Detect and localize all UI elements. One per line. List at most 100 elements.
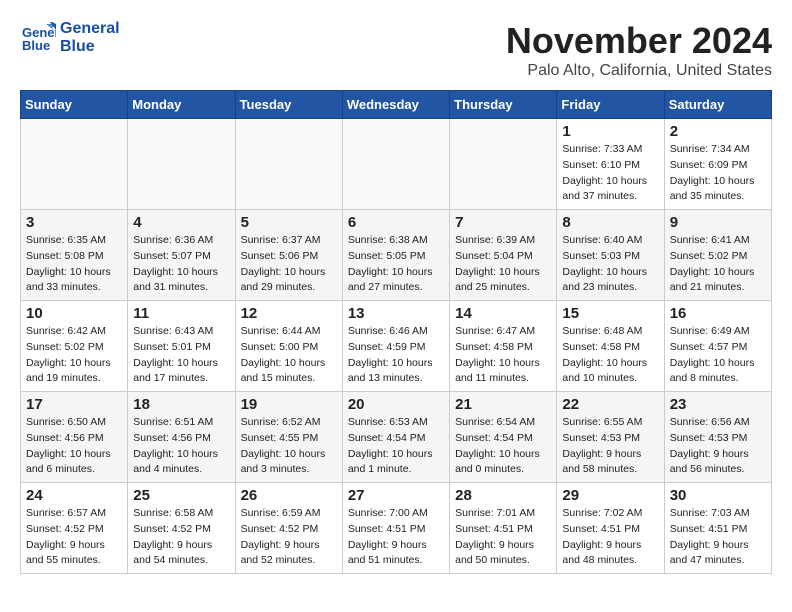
day-info: Sunrise: 6:44 AM Sunset: 5:00 PM Dayligh… (241, 324, 337, 387)
calendar-cell (342, 119, 449, 210)
day-number: 21 (455, 396, 551, 413)
calendar-cell: 4 Sunrise: 6:36 AM Sunset: 5:07 PM Daylig… (128, 210, 235, 301)
logo-blue: Blue (60, 38, 120, 56)
calendar-cell: 8 Sunrise: 6:40 AM Sunset: 5:03 PM Daylig… (557, 210, 664, 301)
day-info: Sunrise: 6:47 AM Sunset: 4:58 PM Dayligh… (455, 324, 551, 387)
weekday-header: Tuesday (235, 91, 342, 119)
logo-general: General (60, 20, 120, 38)
day-info: Sunrise: 6:50 AM Sunset: 4:56 PM Dayligh… (26, 415, 122, 478)
calendar-cell: 5 Sunrise: 6:37 AM Sunset: 5:06 PM Daylig… (235, 210, 342, 301)
location: Palo Alto, California, United States (506, 62, 772, 80)
calendar-cell: 13 Sunrise: 6:46 AM Sunset: 4:59 PM Dayli… (342, 301, 449, 392)
day-number: 10 (26, 305, 122, 322)
weekday-header: Sunday (21, 91, 128, 119)
weekday-header: Saturday (664, 91, 771, 119)
day-number: 30 (670, 487, 766, 504)
day-number: 11 (133, 305, 229, 322)
calendar-cell: 28 Sunrise: 7:01 AM Sunset: 4:51 PM Dayli… (450, 483, 557, 574)
day-number: 4 (133, 214, 229, 231)
day-number: 5 (241, 214, 337, 231)
day-info: Sunrise: 6:57 AM Sunset: 4:52 PM Dayligh… (26, 506, 122, 569)
day-info: Sunrise: 6:39 AM Sunset: 5:04 PM Dayligh… (455, 233, 551, 296)
calendar-cell: 7 Sunrise: 6:39 AM Sunset: 5:04 PM Daylig… (450, 210, 557, 301)
day-info: Sunrise: 6:43 AM Sunset: 5:01 PM Dayligh… (133, 324, 229, 387)
day-info: Sunrise: 7:03 AM Sunset: 4:51 PM Dayligh… (670, 506, 766, 569)
day-number: 14 (455, 305, 551, 322)
calendar-cell (450, 119, 557, 210)
title-area: November 2024 Palo Alto, California, Uni… (506, 20, 772, 80)
day-info: Sunrise: 7:33 AM Sunset: 6:10 PM Dayligh… (562, 142, 658, 205)
day-info: Sunrise: 6:52 AM Sunset: 4:55 PM Dayligh… (241, 415, 337, 478)
calendar-cell: 15 Sunrise: 6:48 AM Sunset: 4:58 PM Dayli… (557, 301, 664, 392)
day-info: Sunrise: 6:48 AM Sunset: 4:58 PM Dayligh… (562, 324, 658, 387)
calendar-cell: 1 Sunrise: 7:33 AM Sunset: 6:10 PM Daylig… (557, 119, 664, 210)
day-info: Sunrise: 6:59 AM Sunset: 4:52 PM Dayligh… (241, 506, 337, 569)
calendar-cell: 19 Sunrise: 6:52 AM Sunset: 4:55 PM Dayli… (235, 392, 342, 483)
calendar-cell: 16Sunrise: 6:49 AM Sunset: 4:57 PM Dayli… (664, 301, 771, 392)
calendar-cell: 2Sunrise: 7:34 AM Sunset: 6:09 PM Daylig… (664, 119, 771, 210)
day-info: Sunrise: 6:55 AM Sunset: 4:53 PM Dayligh… (562, 415, 658, 478)
calendar-week-row: 17 Sunrise: 6:50 AM Sunset: 4:56 PM Dayli… (21, 392, 772, 483)
day-number: 7 (455, 214, 551, 231)
day-number: 29 (562, 487, 658, 504)
page-header: General Blue General Blue November 2024 … (20, 20, 772, 80)
day-info: Sunrise: 6:56 AM Sunset: 4:53 PM Dayligh… (670, 415, 766, 478)
calendar-cell: 23 Sunrise: 6:56 AM Sunset: 4:53 PM Dayli… (664, 392, 771, 483)
day-info: Sunrise: 6:36 AM Sunset: 5:07 PM Dayligh… (133, 233, 229, 296)
calendar-cell: 14 Sunrise: 6:47 AM Sunset: 4:58 PM Dayli… (450, 301, 557, 392)
calendar-cell: 18 Sunrise: 6:51 AM Sunset: 4:56 PM Dayli… (128, 392, 235, 483)
calendar-cell: 24 Sunrise: 6:57 AM Sunset: 4:52 PM Dayli… (21, 483, 128, 574)
calendar-cell: 9 Sunrise: 6:41 AM Sunset: 5:02 PM Daylig… (664, 210, 771, 301)
calendar-cell: 26 Sunrise: 6:59 AM Sunset: 4:52 PM Dayli… (235, 483, 342, 574)
day-info: Sunrise: 6:41 AM Sunset: 5:02 PM Dayligh… (670, 233, 766, 296)
day-info: Sunrise: 6:46 AM Sunset: 4:59 PM Dayligh… (348, 324, 444, 387)
day-info: Sunrise: 6:54 AM Sunset: 4:54 PM Dayligh… (455, 415, 551, 478)
day-number: 19 (241, 396, 337, 413)
calendar-cell: 29Sunrise: 7:02 AM Sunset: 4:51 PM Dayli… (557, 483, 664, 574)
day-number: 13 (348, 305, 444, 322)
day-number: 17 (26, 396, 122, 413)
day-number: 1 (562, 123, 658, 140)
day-number: 22 (562, 396, 658, 413)
day-info: Sunrise: 6:35 AM Sunset: 5:08 PM Dayligh… (26, 233, 122, 296)
calendar-week-row: 10 Sunrise: 6:42 AM Sunset: 5:02 PM Dayli… (21, 301, 772, 392)
calendar-cell: 22 Sunrise: 6:55 AM Sunset: 4:53 PM Dayli… (557, 392, 664, 483)
day-info: Sunrise: 7:01 AM Sunset: 4:51 PM Dayligh… (455, 506, 551, 569)
day-number: 20 (348, 396, 444, 413)
day-number: 16 (670, 305, 766, 322)
day-info: Sunrise: 7:00 AM Sunset: 4:51 PM Dayligh… (348, 506, 444, 569)
calendar-cell: 25 Sunrise: 6:58 AM Sunset: 4:52 PM Dayli… (128, 483, 235, 574)
calendar-cell: 30 Sunrise: 7:03 AM Sunset: 4:51 PM Dayli… (664, 483, 771, 574)
day-number: 27 (348, 487, 444, 504)
calendar-cell: 12Sunrise: 6:44 AM Sunset: 5:00 PM Dayli… (235, 301, 342, 392)
day-info: Sunrise: 6:51 AM Sunset: 4:56 PM Dayligh… (133, 415, 229, 478)
day-number: 24 (26, 487, 122, 504)
day-info: Sunrise: 6:58 AM Sunset: 4:52 PM Dayligh… (133, 506, 229, 569)
calendar-cell: 27 Sunrise: 7:00 AM Sunset: 4:51 PM Dayli… (342, 483, 449, 574)
day-number: 23 (670, 396, 766, 413)
day-info: Sunrise: 6:37 AM Sunset: 5:06 PM Dayligh… (241, 233, 337, 296)
calendar-week-row: 3Sunrise: 6:35 AM Sunset: 5:08 PM Daylig… (21, 210, 772, 301)
day-info: Sunrise: 7:34 AM Sunset: 6:09 PM Dayligh… (670, 142, 766, 205)
calendar-cell (21, 119, 128, 210)
day-info: Sunrise: 6:40 AM Sunset: 5:03 PM Dayligh… (562, 233, 658, 296)
weekday-header: Wednesday (342, 91, 449, 119)
day-number: 25 (133, 487, 229, 504)
calendar-cell: 6Sunrise: 6:38 AM Sunset: 5:05 PM Daylig… (342, 210, 449, 301)
day-info: Sunrise: 6:42 AM Sunset: 5:02 PM Dayligh… (26, 324, 122, 387)
day-info: Sunrise: 6:38 AM Sunset: 5:05 PM Dayligh… (348, 233, 444, 296)
day-number: 18 (133, 396, 229, 413)
month-title: November 2024 (506, 20, 772, 62)
calendar-cell: 10 Sunrise: 6:42 AM Sunset: 5:02 PM Dayli… (21, 301, 128, 392)
weekday-header: Friday (557, 91, 664, 119)
day-number: 8 (562, 214, 658, 231)
calendar-table: SundayMondayTuesdayWednesdayThursdayFrid… (20, 90, 772, 574)
day-number: 26 (241, 487, 337, 504)
weekday-header: Monday (128, 91, 235, 119)
calendar-cell: 20Sunrise: 6:53 AM Sunset: 4:54 PM Dayli… (342, 392, 449, 483)
calendar-cell: 21 Sunrise: 6:54 AM Sunset: 4:54 PM Dayli… (450, 392, 557, 483)
calendar-cell: 11 Sunrise: 6:43 AM Sunset: 5:01 PM Dayli… (128, 301, 235, 392)
day-number: 28 (455, 487, 551, 504)
day-number: 15 (562, 305, 658, 322)
day-number: 9 (670, 214, 766, 231)
